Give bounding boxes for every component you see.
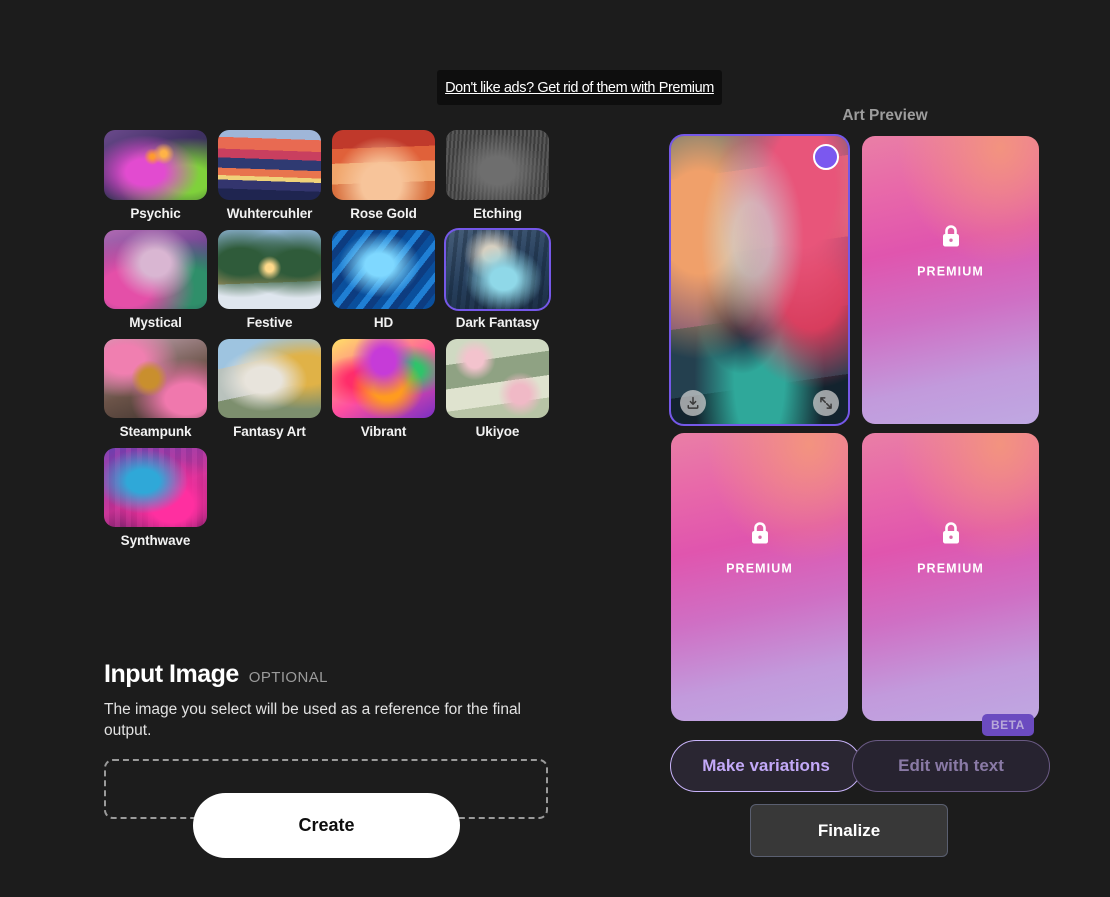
style-thumbnail-art (104, 448, 207, 527)
style-option-festive[interactable]: Festive (218, 230, 321, 330)
premium-overlay: PREMIUM (671, 521, 848, 576)
style-option-mystical[interactable]: Mystical (104, 230, 207, 330)
style-option-synthwave[interactable]: Synthwave (104, 448, 207, 548)
input-image-heading: Input Image OPTIONAL (104, 660, 552, 689)
style-thumbnail-art (104, 230, 207, 309)
style-option-ukiyoe[interactable]: Ukiyoe (446, 339, 549, 439)
style-option-hd[interactable]: HD (332, 230, 435, 330)
beta-badge: BETA (982, 714, 1034, 736)
premium-overlay: PREMIUM (862, 224, 1039, 279)
style-thumbnail (104, 130, 207, 200)
style-thumbnail-art (218, 339, 321, 418)
style-option-label: HD (373, 315, 394, 330)
art-generator-page: Don't like ads? Get rid of them with Pre… (0, 0, 1110, 897)
style-option-label: Dark Fantasy (455, 315, 540, 330)
style-option-fantasy-art[interactable]: Fantasy Art (218, 339, 321, 439)
input-image-optional-tag: OPTIONAL (248, 669, 328, 686)
lock-icon (939, 521, 963, 552)
premium-art-card[interactable]: PREMIUM (862, 433, 1039, 721)
art-preview-grid: PREMIUM PREMIUM PREMIUM (669, 134, 1039, 721)
style-option-etching[interactable]: Etching (446, 130, 549, 221)
generated-art-card[interactable] (669, 134, 850, 426)
style-thumbnail (332, 230, 435, 309)
style-option-label: Rose Gold (350, 206, 417, 221)
style-option-label: Festive (246, 315, 293, 330)
style-thumbnail-art (104, 339, 207, 418)
style-option-steampunk[interactable]: Steampunk (104, 339, 207, 439)
generated-art-image (671, 136, 848, 424)
style-thumbnail-art (446, 339, 549, 418)
style-thumbnail (104, 230, 207, 309)
style-thumbnail (446, 339, 549, 418)
premium-label: PREMIUM (726, 561, 793, 576)
style-option-label: Synthwave (120, 533, 191, 548)
style-thumbnail-art (446, 230, 549, 309)
style-thumbnail (218, 130, 321, 200)
style-thumbnail (446, 130, 549, 200)
make-variations-button[interactable]: Make variations (670, 740, 862, 792)
style-thumbnail-art (104, 130, 207, 200)
style-option-label: Wuhtercuhler (226, 206, 313, 221)
style-thumbnail-art (218, 130, 321, 200)
styles-panel: Psychic Wuhtercuhler Rose Gold Etching Mysti… (0, 0, 660, 897)
style-option-label: Etching (473, 206, 522, 221)
style-thumbnail (104, 339, 207, 418)
style-option-dark-fantasy[interactable]: Dark Fantasy (444, 228, 551, 330)
style-option-label: Psychic (130, 206, 181, 221)
edit-with-text-button[interactable]: Edit with text (852, 740, 1050, 792)
pill-button-row: Make variations Edit with text BETA (660, 714, 1110, 792)
finalize-button[interactable]: Finalize (750, 804, 948, 857)
art-preview-title: Art Preview (842, 107, 928, 124)
style-option-vibrant[interactable]: Vibrant (332, 339, 435, 439)
style-option-label: Mystical (129, 315, 182, 330)
premium-label: PREMIUM (917, 264, 984, 279)
style-option-label: Ukiyoe (475, 424, 520, 439)
style-option-label: Fantasy Art (233, 424, 306, 439)
download-icon[interactable] (680, 390, 706, 416)
style-thumbnail-art (332, 230, 435, 309)
expand-icon[interactable] (813, 390, 839, 416)
input-image-description: The image you select will be used as a r… (104, 701, 522, 739)
style-option-rose-gold[interactable]: Rose Gold (332, 130, 435, 221)
art-preview-panel: Art Preview PREMIUM PREMIUM PREMIUM Make v… (660, 0, 1110, 897)
style-thumbnail (332, 130, 435, 200)
input-image-title: Input Image (104, 660, 239, 688)
premium-art-card[interactable]: PREMIUM (862, 136, 1039, 424)
premium-label: PREMIUM (917, 561, 984, 576)
premium-overlay: PREMIUM (862, 521, 1039, 576)
style-thumbnail-art (332, 130, 435, 200)
style-thumbnail-art (218, 230, 321, 309)
lock-icon (939, 224, 963, 255)
style-thumbnail-art (446, 130, 549, 200)
style-option-psychic[interactable]: Psychic (104, 130, 207, 221)
style-thumbnail (218, 230, 321, 309)
style-thumbnail-art (332, 339, 435, 418)
style-thumbnail (332, 339, 435, 418)
style-option-label: Vibrant (360, 424, 407, 439)
create-button[interactable]: Create (193, 793, 460, 858)
style-grid: Psychic Wuhtercuhler Rose Gold Etching Mysti… (104, 130, 552, 548)
style-thumbnail (218, 339, 321, 418)
action-buttons: Make variations Edit with text BETA Fina… (660, 714, 1110, 857)
premium-art-card[interactable]: PREMIUM (671, 433, 848, 721)
style-thumbnail (444, 228, 551, 311)
style-option-label: Steampunk (119, 424, 192, 439)
style-thumbnail (104, 448, 207, 527)
style-option-wuhtercuhler[interactable]: Wuhtercuhler (218, 130, 321, 221)
selection-dot[interactable] (813, 144, 839, 170)
lock-icon (748, 521, 772, 552)
